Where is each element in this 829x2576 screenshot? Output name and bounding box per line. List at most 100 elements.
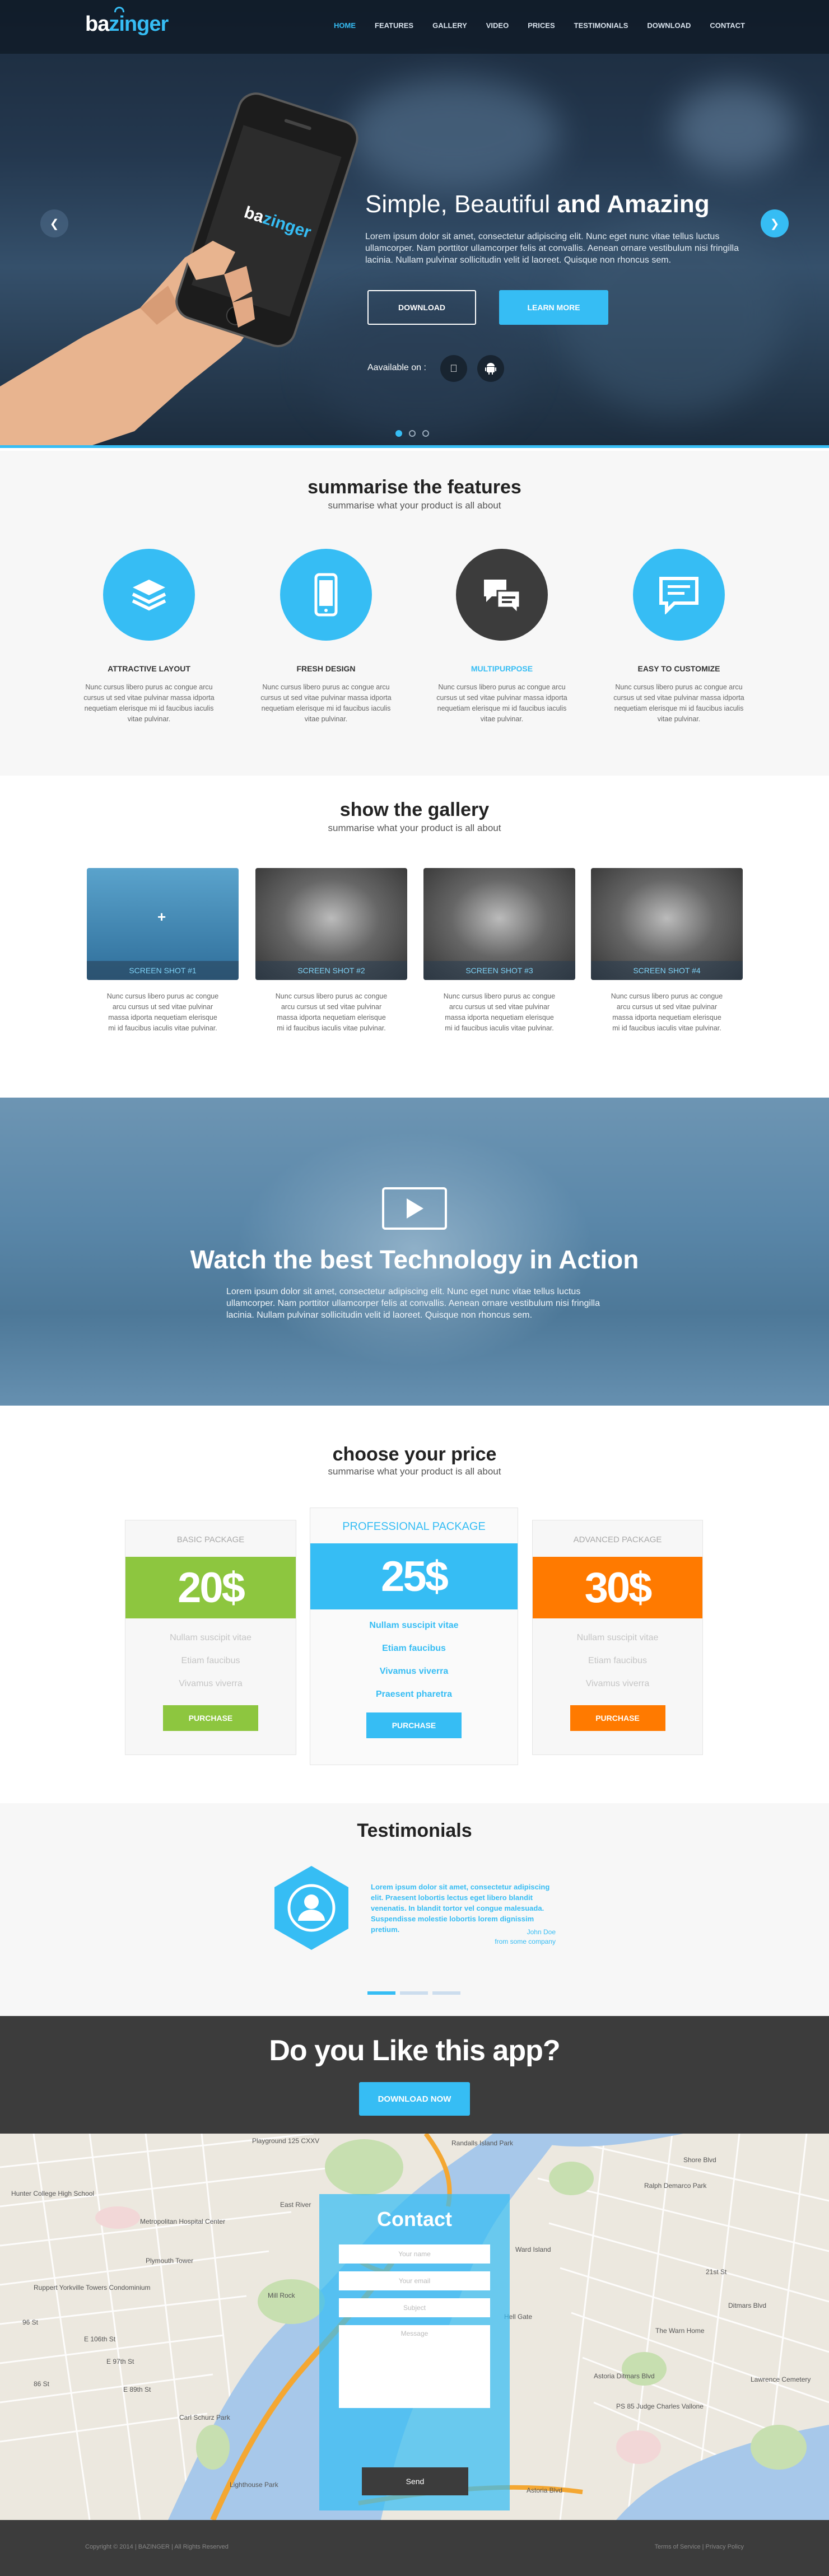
contact-title: Contact <box>377 2208 452 2230</box>
map-label: Randalls Island Park <box>451 2139 514 2147</box>
feature-text: Nunc cursus libero purus ac congue arcu … <box>613 683 744 723</box>
brand-logo[interactable]: bazinger <box>85 7 169 36</box>
screenshot-thumbnail[interactable]: SCREEN SHOT #3 <box>423 868 575 980</box>
map-label: Ditmars Blvd <box>728 2302 767 2309</box>
nav-prices[interactable]: PRICES <box>528 21 555 30</box>
video-title-plain: Watch the best Technology in <box>190 1245 559 1274</box>
apple-store-button[interactable]:  <box>440 355 467 382</box>
phone-icon <box>314 573 338 617</box>
map-label: Playground 125 CXXV <box>252 2137 320 2145</box>
pricing-title: choose your price <box>332 1444 497 1465</box>
gallery-item[interactable]: SCREEN SHOT #2 Nunc cursus libero purus … <box>255 868 407 1034</box>
feature-circle <box>633 549 725 641</box>
features-subtitle: summarise what your product is all about <box>328 500 501 511</box>
nav-features[interactable]: FEATURES <box>375 21 413 30</box>
feature-card: EASY TO CUSTOMIZE Nunc cursus libero pur… <box>612 549 746 725</box>
map-label: 96 St <box>22 2318 39 2326</box>
plan-name: BASIC PACKAGE <box>176 1535 245 1544</box>
download-button[interactable]: DOWNLOAD <box>367 290 476 325</box>
nav-video[interactable]: VIDEO <box>486 21 509 30</box>
map-label: East River <box>280 2201 311 2209</box>
features-section: summarise the features summarise what yo… <box>0 451 829 776</box>
feature-card: MULTIPURPOSE Nunc cursus libero purus ac… <box>435 549 569 725</box>
logo-text-start: ba <box>85 12 109 36</box>
slider-dot[interactable] <box>395 430 402 437</box>
plan-name: PROFESSIONAL PACKAGE <box>342 1520 486 1533</box>
purchase-button[interactable]: PURCHASE <box>366 1712 462 1738</box>
plan-feature: Nullam suscipit vitae <box>576 1633 659 1642</box>
map-label: Ralph Demarco Park <box>644 2182 707 2190</box>
download-now-button[interactable]: DOWNLOAD NOW <box>359 2082 470 2116</box>
pricing-plan-basic: BASIC PACKAGE 20$ Nullam suscipit vitae … <box>125 1520 296 1755</box>
pager-dot[interactable] <box>367 1991 395 1995</box>
plan-feature: Vivamus viverra <box>379 1667 449 1676</box>
gallery-title: show the gallery <box>339 799 490 820</box>
map-label: Ruppert Yorkville Towers Condominium <box>34 2284 151 2292</box>
footer: Copyright © 2014 | BAZINGER | All Rights… <box>0 2520 829 2576</box>
name-field[interactable]: Your name <box>339 2244 490 2264</box>
message-field[interactable]: Message <box>339 2325 490 2408</box>
available-on-label: Aavailable on : <box>367 363 426 372</box>
subject-field[interactable]: Subject <box>339 2298 490 2317</box>
nav-contact[interactable]: CONTACT <box>710 21 745 30</box>
nav-gallery[interactable]: GALLERY <box>432 21 467 30</box>
send-button[interactable]: Send <box>362 2467 468 2495</box>
plan-feature: Etiam faucibus <box>181 1656 240 1665</box>
play-video-button[interactable] <box>382 1187 447 1230</box>
gallery-section: show the gallery summarise what your pro… <box>0 776 829 1098</box>
slider-dot[interactable] <box>422 430 429 437</box>
plan-feature-list: Nullam suscipit vitae Etiam faucibus Viv… <box>125 1626 296 1695</box>
map-label: E 97th St <box>106 2358 134 2365</box>
pager-dot[interactable] <box>432 1991 460 1995</box>
pager-dot[interactable] <box>400 1991 428 1995</box>
android-store-button[interactable] <box>477 355 504 382</box>
pricing-plan-professional: PROFESSIONAL PACKAGE 25$ Nullam suscipit… <box>310 1508 518 1765</box>
map-label: Shore Blvd <box>683 2156 716 2164</box>
screenshot-thumbnail[interactable]: SCREEN SHOT #4 <box>591 868 743 980</box>
feature-card: ATTRACTIVE LAYOUT Nunc cursus libero pur… <box>82 549 216 725</box>
feature-circle <box>103 549 195 641</box>
gallery-item[interactable]: SCREEN SHOT #3 Nunc cursus libero purus … <box>423 868 575 1034</box>
testimonial-author: John Doe from some company <box>437 1928 556 1947</box>
screenshot-caption: SCREEN SHOT #2 <box>255 961 407 980</box>
map-label: Mill Rock <box>268 2292 295 2299</box>
map-label: Lighthouse Park <box>230 2481 278 2489</box>
screenshot-text: Nunc cursus libero purus ac congue arcu … <box>443 992 556 1032</box>
nav-testimonials[interactable]: TESTIMONIALS <box>574 21 628 30</box>
plan-feature: Etiam faucibus <box>588 1656 647 1665</box>
learn-more-button[interactable]: LEARN MORE <box>499 290 608 325</box>
map-label: Ward Island <box>515 2246 551 2253</box>
screenshot-thumbnail[interactable]: SCREEN SHOT #2 <box>255 868 407 980</box>
feature-circle <box>280 549 372 641</box>
hero-background-blur <box>347 78 560 190</box>
nav-home[interactable]: HOME <box>334 21 356 30</box>
screenshot-caption: SCREEN SHOT #1 <box>87 961 239 980</box>
copyright-text: Copyright © 2014 | BAZINGER | All Rights… <box>85 2544 229 2550</box>
chat-icon <box>484 580 521 614</box>
purchase-button[interactable]: PURCHASE <box>163 1705 258 1731</box>
nav-download[interactable]: DOWNLOAD <box>647 21 691 30</box>
map-section: Hunter College High School Metropolitan … <box>0 2134 829 2520</box>
footer-links[interactable]: Terms of Service | Privacy Policy <box>655 2544 744 2550</box>
plan-price: 20$ <box>125 1557 296 1618</box>
map-label: Plymouth Tower <box>146 2257 194 2265</box>
hero-section: bazinger HOME FEATURES GALLERY VIDEO PRI… <box>0 0 829 448</box>
map-label: E 106th St <box>84 2335 116 2343</box>
screenshot-thumbnail[interactable]: + SCREEN SHOT #1 <box>87 868 239 980</box>
features-title: summarise the features <box>308 477 521 498</box>
author-company: from some company <box>495 1938 556 1945</box>
message-icon <box>659 577 698 614</box>
plus-icon: + <box>157 908 166 925</box>
hero-text: Lorem ipsum dolor sit amet, consectetur … <box>365 232 739 265</box>
gallery-item[interactable]: SCREEN SHOT #4 Nunc cursus libero purus … <box>591 868 743 1034</box>
feature-name: EASY TO CUSTOMIZE <box>637 664 720 673</box>
slider-dot[interactable] <box>409 430 416 437</box>
feature-text: Nunc cursus libero purus ac congue arcu … <box>83 683 215 723</box>
slider-next-button[interactable]: ❯ <box>761 209 789 237</box>
map-label: E 89th St <box>123 2386 151 2393</box>
purchase-button[interactable]: PURCHASE <box>570 1705 665 1731</box>
gallery-item[interactable]: + SCREEN SHOT #1 Nunc cursus libero puru… <box>87 868 239 1034</box>
feature-text: Nunc cursus libero purus ac congue arcu … <box>436 683 567 723</box>
email-field[interactable]: Your email <box>339 2271 490 2290</box>
map-label: Metropolitan Hospital Center <box>140 2218 226 2225</box>
